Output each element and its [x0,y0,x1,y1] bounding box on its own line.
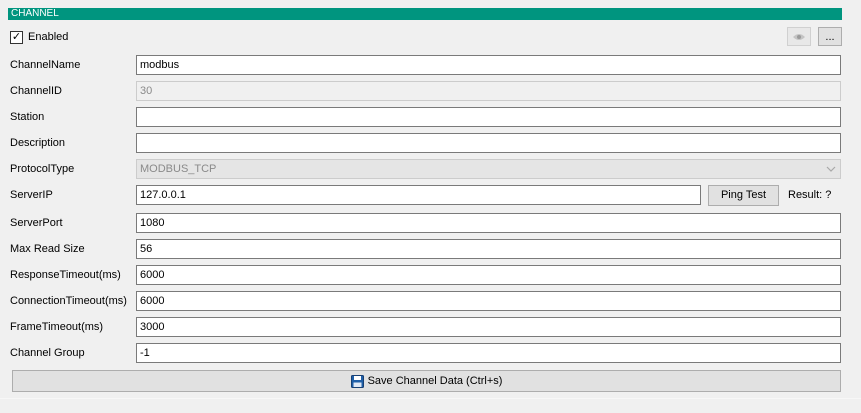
server-ip-label: ServerIP [10,189,53,201]
eye-icon [793,33,805,40]
connection-timeout-label: ConnectionTimeout(ms) [10,295,127,307]
server-ip-field[interactable]: 127.0.0.1 [136,185,701,205]
enabled-checkbox-row[interactable]: ✓ Enabled [10,29,68,45]
channel-group-label: Channel Group [10,347,85,359]
toggle-visibility-button[interactable] [787,27,811,46]
protocol-type-value: MODBUS_TCP [140,163,217,175]
channel-id-label: ChannelID [10,85,62,97]
chevron-down-icon [826,166,836,172]
bottom-divider [0,398,861,399]
channel-id-field: 30 [136,81,841,101]
section-title: CHANNEL [11,8,59,19]
more-options-label: ... [825,30,835,43]
response-timeout-label: ResponseTimeout(ms) [10,269,121,281]
description-label: Description [10,137,66,149]
save-channel-data-button[interactable]: Save Channel Data (Ctrl+s) [12,370,841,392]
ping-test-button[interactable]: Ping Test [708,185,779,206]
floppy-disk-icon [350,374,364,388]
station-label: Station [10,111,45,123]
frame-timeout-label: FrameTimeout(ms) [10,321,104,333]
max-read-size-field[interactable]: 56 [136,239,841,259]
enabled-checkbox[interactable]: ✓ [10,30,23,44]
protocol-type-label: ProtocolType [10,163,75,175]
server-port-field[interactable]: 1080 [136,213,841,233]
ping-result-text: Result: ? [788,189,832,201]
channel-name-field[interactable]: modbus [136,55,841,75]
channel-group-field[interactable]: -1 [136,343,841,363]
station-field[interactable] [136,107,841,127]
section-header: CHANNEL [8,8,842,20]
frame-timeout-field[interactable]: 3000 [136,317,841,337]
save-channel-data-label: Save Channel Data (Ctrl+s) [367,375,503,387]
description-field[interactable] [136,133,841,153]
protocol-type-select: MODBUS_TCP [136,159,841,179]
response-timeout-field[interactable]: 6000 [136,265,841,285]
connection-timeout-field[interactable]: 6000 [136,291,841,311]
enabled-label: Enabled [28,31,69,43]
more-options-button[interactable]: ... [818,27,842,46]
channel-name-label: ChannelName [10,59,81,71]
server-port-label: ServerPort [10,217,63,229]
max-read-size-label: Max Read Size [10,243,85,255]
